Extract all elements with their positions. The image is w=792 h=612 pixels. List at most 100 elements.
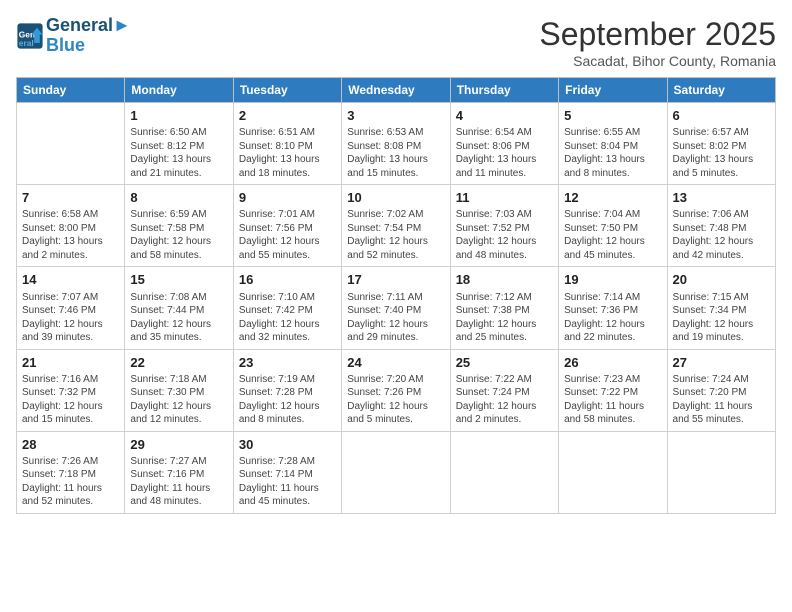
- week-row-1: 7Sunrise: 6:58 AMSunset: 8:00 PMDaylight…: [17, 185, 776, 267]
- day-number: 24: [347, 354, 444, 372]
- cell-w4-d1: 29Sunrise: 7:27 AMSunset: 7:16 PMDayligh…: [125, 431, 233, 513]
- day-info: Sunrise: 7:15 AMSunset: 7:34 PMDaylight:…: [673, 291, 770, 345]
- cell-w0-d3: 3Sunrise: 6:53 AMSunset: 8:08 PMDaylight…: [342, 103, 450, 185]
- day-info: Sunrise: 7:14 AMSunset: 7:36 PMDaylight:…: [564, 291, 661, 345]
- day-number: 18: [456, 271, 553, 289]
- cell-w0-d6: 6Sunrise: 6:57 AMSunset: 8:02 PMDaylight…: [667, 103, 775, 185]
- col-friday: Friday: [559, 78, 667, 103]
- day-info: Sunrise: 7:28 AMSunset: 7:14 PMDaylight:…: [239, 455, 336, 509]
- day-number: 21: [22, 354, 119, 372]
- cell-w4-d5: [559, 431, 667, 513]
- day-info: Sunrise: 7:06 AMSunset: 7:48 PMDaylight:…: [673, 208, 770, 262]
- col-wednesday: Wednesday: [342, 78, 450, 103]
- calendar-table: Sunday Monday Tuesday Wednesday Thursday…: [16, 77, 776, 514]
- day-info: Sunrise: 7:07 AMSunset: 7:46 PMDaylight:…: [22, 291, 119, 345]
- cell-w3-d5: 26Sunrise: 7:23 AMSunset: 7:22 PMDayligh…: [559, 349, 667, 431]
- cell-w3-d3: 24Sunrise: 7:20 AMSunset: 7:26 PMDayligh…: [342, 349, 450, 431]
- svg-text:eral: eral: [19, 38, 34, 48]
- cell-w2-d4: 18 Sunrise: 7:12 AMSunset: 7:38 PMDayligh…: [450, 267, 558, 349]
- day-number: 6: [673, 107, 770, 125]
- day-info: Sunrise: 6:53 AMSunset: 8:08 PMDaylight:…: [347, 126, 444, 180]
- cell-w2-d6: 20 Sunrise: 7:15 AMSunset: 7:34 PMDayligh…: [667, 267, 775, 349]
- cell-w1-d5: 12Sunrise: 7:04 AMSunset: 7:50 PMDayligh…: [559, 185, 667, 267]
- cell-w3-d2: 23Sunrise: 7:19 AMSunset: 7:28 PMDayligh…: [233, 349, 341, 431]
- cell-w2-d1: 15 Sunrise: 7:08 AMSunset: 7:44 PMDayligh…: [125, 267, 233, 349]
- day-number: 17: [347, 271, 444, 289]
- day-info: Sunrise: 7:16 AMSunset: 7:32 PMDaylight:…: [22, 373, 119, 427]
- day-number: 25: [456, 354, 553, 372]
- day-number: 7: [22, 189, 119, 207]
- cell-w3-d0: 21Sunrise: 7:16 AMSunset: 7:32 PMDayligh…: [17, 349, 125, 431]
- day-number: 13: [673, 189, 770, 207]
- day-info: Sunrise: 7:12 AMSunset: 7:38 PMDaylight:…: [456, 291, 553, 345]
- day-number: 4: [456, 107, 553, 125]
- day-info: Sunrise: 6:51 AMSunset: 8:10 PMDaylight:…: [239, 126, 336, 180]
- day-info: Sunrise: 6:58 AMSunset: 8:00 PMDaylight:…: [22, 208, 119, 262]
- header-row: Sunday Monday Tuesday Wednesday Thursday…: [17, 78, 776, 103]
- day-number: 22: [130, 354, 227, 372]
- location-subtitle: Sacadat, Bihor County, Romania: [539, 53, 776, 69]
- cell-w2-d3: 17 Sunrise: 7:11 AMSunset: 7:40 PMDayligh…: [342, 267, 450, 349]
- cell-w1-d3: 10Sunrise: 7:02 AMSunset: 7:54 PMDayligh…: [342, 185, 450, 267]
- cell-w1-d0: 7Sunrise: 6:58 AMSunset: 8:00 PMDaylight…: [17, 185, 125, 267]
- day-number: 16: [239, 271, 336, 289]
- cell-w4-d2: 30Sunrise: 7:28 AMSunset: 7:14 PMDayligh…: [233, 431, 341, 513]
- day-info: Sunrise: 7:10 AMSunset: 7:42 PMDaylight:…: [239, 291, 336, 345]
- day-info: Sunrise: 7:27 AMSunset: 7:16 PMDaylight:…: [130, 455, 227, 509]
- day-number: 3: [347, 107, 444, 125]
- day-number: 2: [239, 107, 336, 125]
- logo-icon: Gen eral: [16, 22, 44, 50]
- col-tuesday: Tuesday: [233, 78, 341, 103]
- cell-w4-d4: [450, 431, 558, 513]
- col-sunday: Sunday: [17, 78, 125, 103]
- day-number: 23: [239, 354, 336, 372]
- cell-w0-d2: 2Sunrise: 6:51 AMSunset: 8:10 PMDaylight…: [233, 103, 341, 185]
- day-info: Sunrise: 7:24 AMSunset: 7:20 PMDaylight:…: [673, 373, 770, 427]
- month-title: September 2025: [539, 16, 776, 53]
- page: Gen eral General► Blue September 2025 Sa…: [0, 0, 792, 612]
- day-number: 9: [239, 189, 336, 207]
- day-number: 8: [130, 189, 227, 207]
- day-info: Sunrise: 7:03 AMSunset: 7:52 PMDaylight:…: [456, 208, 553, 262]
- cell-w2-d2: 16 Sunrise: 7:10 AMSunset: 7:42 PMDayligh…: [233, 267, 341, 349]
- cell-w0-d5: 5Sunrise: 6:55 AMSunset: 8:04 PMDaylight…: [559, 103, 667, 185]
- week-row-3: 21Sunrise: 7:16 AMSunset: 7:32 PMDayligh…: [17, 349, 776, 431]
- cell-w0-d1: 1Sunrise: 6:50 AMSunset: 8:12 PMDaylight…: [125, 103, 233, 185]
- logo-text-line2: Blue: [46, 36, 131, 56]
- day-number: 28: [22, 436, 119, 454]
- day-info: Sunrise: 7:08 AMSunset: 7:44 PMDaylight:…: [130, 291, 227, 345]
- cell-w4-d3: [342, 431, 450, 513]
- day-number: 19: [564, 271, 661, 289]
- day-number: 12: [564, 189, 661, 207]
- day-info: Sunrise: 7:02 AMSunset: 7:54 PMDaylight:…: [347, 208, 444, 262]
- cell-w1-d1: 8Sunrise: 6:59 AMSunset: 7:58 PMDaylight…: [125, 185, 233, 267]
- day-info: Sunrise: 7:01 AMSunset: 7:56 PMDaylight:…: [239, 208, 336, 262]
- title-block: September 2025 Sacadat, Bihor County, Ro…: [539, 16, 776, 69]
- week-row-4: 28Sunrise: 7:26 AMSunset: 7:18 PMDayligh…: [17, 431, 776, 513]
- day-number: 11: [456, 189, 553, 207]
- day-info: Sunrise: 7:04 AMSunset: 7:50 PMDaylight:…: [564, 208, 661, 262]
- cell-w0-d0: [17, 103, 125, 185]
- day-info: Sunrise: 7:23 AMSunset: 7:22 PMDaylight:…: [564, 373, 661, 427]
- day-number: 5: [564, 107, 661, 125]
- cell-w1-d6: 13Sunrise: 7:06 AMSunset: 7:48 PMDayligh…: [667, 185, 775, 267]
- day-info: Sunrise: 7:20 AMSunset: 7:26 PMDaylight:…: [347, 373, 444, 427]
- day-number: 14: [22, 271, 119, 289]
- day-info: Sunrise: 6:59 AMSunset: 7:58 PMDaylight:…: [130, 208, 227, 262]
- cell-w4-d0: 28Sunrise: 7:26 AMSunset: 7:18 PMDayligh…: [17, 431, 125, 513]
- day-number: 15: [130, 271, 227, 289]
- day-info: Sunrise: 7:26 AMSunset: 7:18 PMDaylight:…: [22, 455, 119, 509]
- day-info: Sunrise: 7:19 AMSunset: 7:28 PMDaylight:…: [239, 373, 336, 427]
- day-number: 26: [564, 354, 661, 372]
- cell-w4-d6: [667, 431, 775, 513]
- cell-w3-d4: 25Sunrise: 7:22 AMSunset: 7:24 PMDayligh…: [450, 349, 558, 431]
- col-monday: Monday: [125, 78, 233, 103]
- day-info: Sunrise: 6:50 AMSunset: 8:12 PMDaylight:…: [130, 126, 227, 180]
- day-info: Sunrise: 7:11 AMSunset: 7:40 PMDaylight:…: [347, 291, 444, 345]
- cell-w3-d1: 22Sunrise: 7:18 AMSunset: 7:30 PMDayligh…: [125, 349, 233, 431]
- cell-w0-d4: 4Sunrise: 6:54 AMSunset: 8:06 PMDaylight…: [450, 103, 558, 185]
- day-number: 20: [673, 271, 770, 289]
- day-info: Sunrise: 6:57 AMSunset: 8:02 PMDaylight:…: [673, 126, 770, 180]
- day-info: Sunrise: 7:18 AMSunset: 7:30 PMDaylight:…: [130, 373, 227, 427]
- day-info: Sunrise: 7:22 AMSunset: 7:24 PMDaylight:…: [456, 373, 553, 427]
